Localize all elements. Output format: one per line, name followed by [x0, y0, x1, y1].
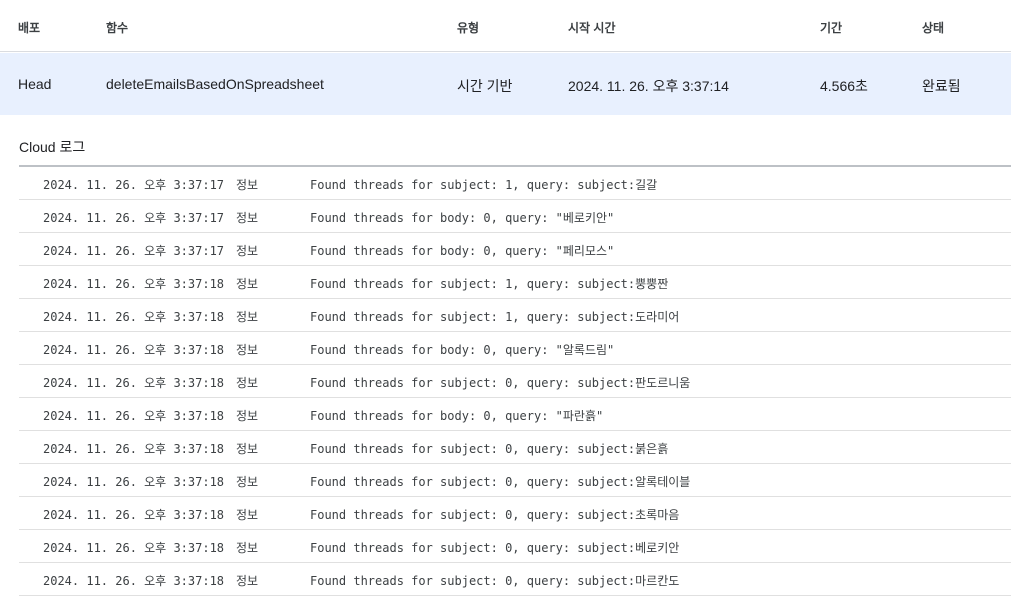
- log-entry[interactable]: 2024. 11. 26. 오후 3:37:18 정보 Found threads …: [19, 266, 1011, 299]
- log-entry[interactable]: 2024. 11. 26. 오후 3:37:18 정보 Found threads …: [19, 299, 1011, 332]
- log-message: Found threads for subject: 0, query: sub…: [310, 508, 680, 522]
- log-severity: 정보: [236, 541, 259, 555]
- log-entry[interactable]: 2024. 11. 26. 오후 3:37:18 정보 Found threads …: [19, 398, 1011, 431]
- execution-status: 완료됨: [922, 78, 961, 94]
- log-message: Found threads for subject: 1, query: sub…: [310, 310, 680, 324]
- log-entry[interactable]: 2024. 11. 26. 오후 3:37:18 정보 Found threads …: [19, 332, 1011, 365]
- log-entry[interactable]: 2024. 11. 26. 오후 3:37:17 정보 Found threads …: [19, 167, 1011, 200]
- log-severity: 정보: [236, 508, 259, 522]
- log-severity: 정보: [236, 277, 259, 291]
- log-message: Found threads for subject: 0, query: sub…: [310, 574, 680, 588]
- column-header-status[interactable]: 상태: [922, 19, 944, 36]
- log-severity: 정보: [236, 244, 259, 258]
- log-timestamp: 2024. 11. 26. 오후 3:37:18: [43, 343, 225, 357]
- log-timestamp: 2024. 11. 26. 오후 3:37:17: [43, 244, 225, 258]
- log-severity: 정보: [236, 211, 259, 225]
- log-message: Found threads for subject: 1, query: sub…: [310, 277, 669, 291]
- log-severity: 정보: [236, 409, 259, 423]
- cloud-logs-list: 2024. 11. 26. 오후 3:37:17 정보 Found threads …: [19, 167, 1011, 596]
- column-header-type[interactable]: 유형: [457, 19, 479, 36]
- log-severity: 정보: [236, 343, 259, 357]
- log-message: Found threads for body: 0, query: "베로키안": [310, 211, 615, 225]
- log-timestamp: 2024. 11. 26. 오후 3:37:18: [43, 508, 225, 522]
- log-severity: 정보: [236, 442, 259, 456]
- log-timestamp: 2024. 11. 26. 오후 3:37:18: [43, 541, 225, 555]
- log-severity: 정보: [236, 376, 259, 390]
- log-message: Found threads for subject: 0, query: sub…: [310, 376, 691, 390]
- log-message: Found threads for body: 0, query: "알록드림": [310, 343, 615, 357]
- log-entry[interactable]: 2024. 11. 26. 오후 3:37:17 정보 Found threads …: [19, 200, 1011, 233]
- column-header-start-time[interactable]: 시작 시간: [568, 19, 616, 36]
- execution-function: deleteEmailsBasedOnSpreadsheet: [106, 76, 324, 92]
- log-entry[interactable]: 2024. 11. 26. 오후 3:37:18 정보 Found threads …: [19, 530, 1011, 563]
- log-entry[interactable]: 2024. 11. 26. 오후 3:37:18 정보 Found threads …: [19, 464, 1011, 497]
- column-header-function[interactable]: 함수: [106, 19, 128, 36]
- log-timestamp: 2024. 11. 26. 오후 3:37:17: [43, 211, 225, 225]
- log-severity: 정보: [236, 178, 259, 192]
- execution-duration: 4.566초: [820, 78, 868, 94]
- log-entry[interactable]: 2024. 11. 26. 오후 3:37:17 정보 Found threads …: [19, 233, 1011, 266]
- log-entry[interactable]: 2024. 11. 26. 오후 3:37:18 정보 Found threads …: [19, 365, 1011, 398]
- log-timestamp: 2024. 11. 26. 오후 3:37:18: [43, 376, 225, 390]
- log-message: Found threads for subject: 0, query: sub…: [310, 442, 669, 456]
- execution-row[interactable]: Head deleteEmailsBasedOnSpreadsheet 시간 기…: [0, 53, 1011, 115]
- log-severity: 정보: [236, 574, 259, 588]
- execution-deployment: Head: [18, 76, 52, 92]
- log-message: Found threads for body: 0, query: "파란흙": [310, 409, 604, 423]
- log-timestamp: 2024. 11. 26. 오후 3:37:18: [43, 475, 225, 489]
- log-timestamp: 2024. 11. 26. 오후 3:37:18: [43, 442, 225, 456]
- execution-start-time: 2024. 11. 26. 오후 3:37:14: [568, 78, 729, 94]
- log-message: Found threads for subject: 0, query: sub…: [310, 475, 691, 489]
- log-severity: 정보: [236, 310, 259, 324]
- column-header-deployment[interactable]: 배포: [18, 19, 40, 36]
- log-entry[interactable]: 2024. 11. 26. 오후 3:37:18 정보 Found threads …: [19, 431, 1011, 464]
- log-timestamp: 2024. 11. 26. 오후 3:37:17: [43, 178, 225, 192]
- log-severity: 정보: [236, 475, 259, 489]
- log-entry[interactable]: 2024. 11. 26. 오후 3:37:18 정보 Found threads …: [19, 497, 1011, 530]
- executions-table-header: 배포 함수 유형 시작 시간 기간 상태: [0, 0, 1011, 52]
- log-entry[interactable]: 2024. 11. 26. 오후 3:37:18 정보 Found threads …: [19, 563, 1011, 596]
- log-message: Found threads for subject: 0, query: sub…: [310, 541, 680, 555]
- column-header-duration[interactable]: 기간: [820, 19, 842, 36]
- log-timestamp: 2024. 11. 26. 오후 3:37:18: [43, 409, 225, 423]
- log-timestamp: 2024. 11. 26. 오후 3:37:18: [43, 277, 225, 291]
- log-message: Found threads for subject: 1, query: sub…: [310, 178, 658, 192]
- log-timestamp: 2024. 11. 26. 오후 3:37:18: [43, 310, 225, 324]
- log-timestamp: 2024. 11. 26. 오후 3:37:18: [43, 574, 225, 588]
- log-message: Found threads for body: 0, query: "페리모스": [310, 244, 615, 258]
- execution-type: 시간 기반: [457, 78, 513, 94]
- cloud-logs-title: Cloud 로그: [19, 139, 86, 155]
